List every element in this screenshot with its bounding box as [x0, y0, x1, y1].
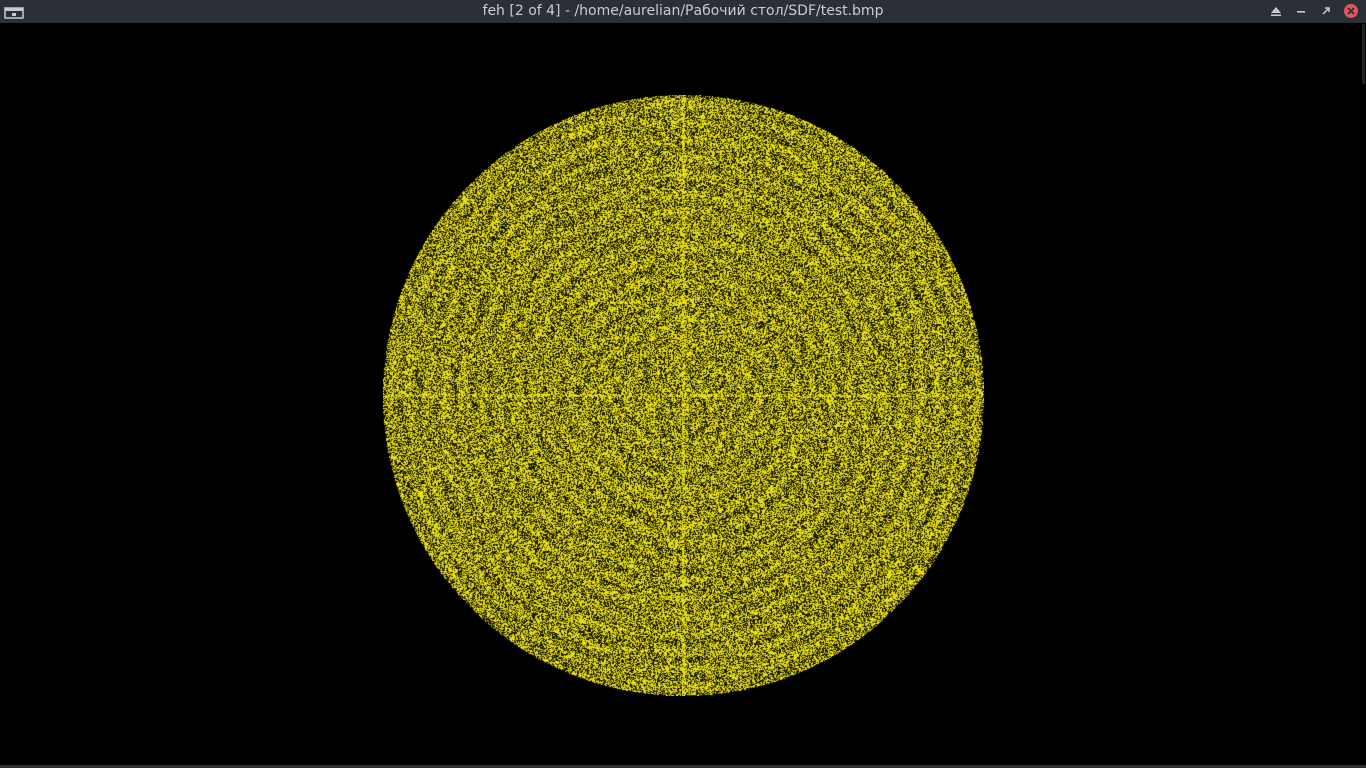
close-icon[interactable] — [1342, 2, 1360, 20]
displayed-image — [383, 95, 984, 696]
image-canvas[interactable] — [0, 23, 1366, 765]
window-controls — [1260, 2, 1360, 20]
title-bar[interactable]: feh [2 of 4] - /home/aurelian/Рабочий ст… — [0, 0, 1366, 23]
scrollbar[interactable] — [1362, 24, 1365, 84]
keep-above-icon[interactable] — [1267, 2, 1285, 20]
feh-window: feh [2 of 4] - /home/aurelian/Рабочий ст… — [0, 0, 1366, 768]
window-title: feh [2 of 4] - /home/aurelian/Рабочий ст… — [482, 3, 884, 19]
minimize-icon[interactable] — [1292, 2, 1310, 20]
maximize-icon[interactable] — [1317, 2, 1335, 20]
